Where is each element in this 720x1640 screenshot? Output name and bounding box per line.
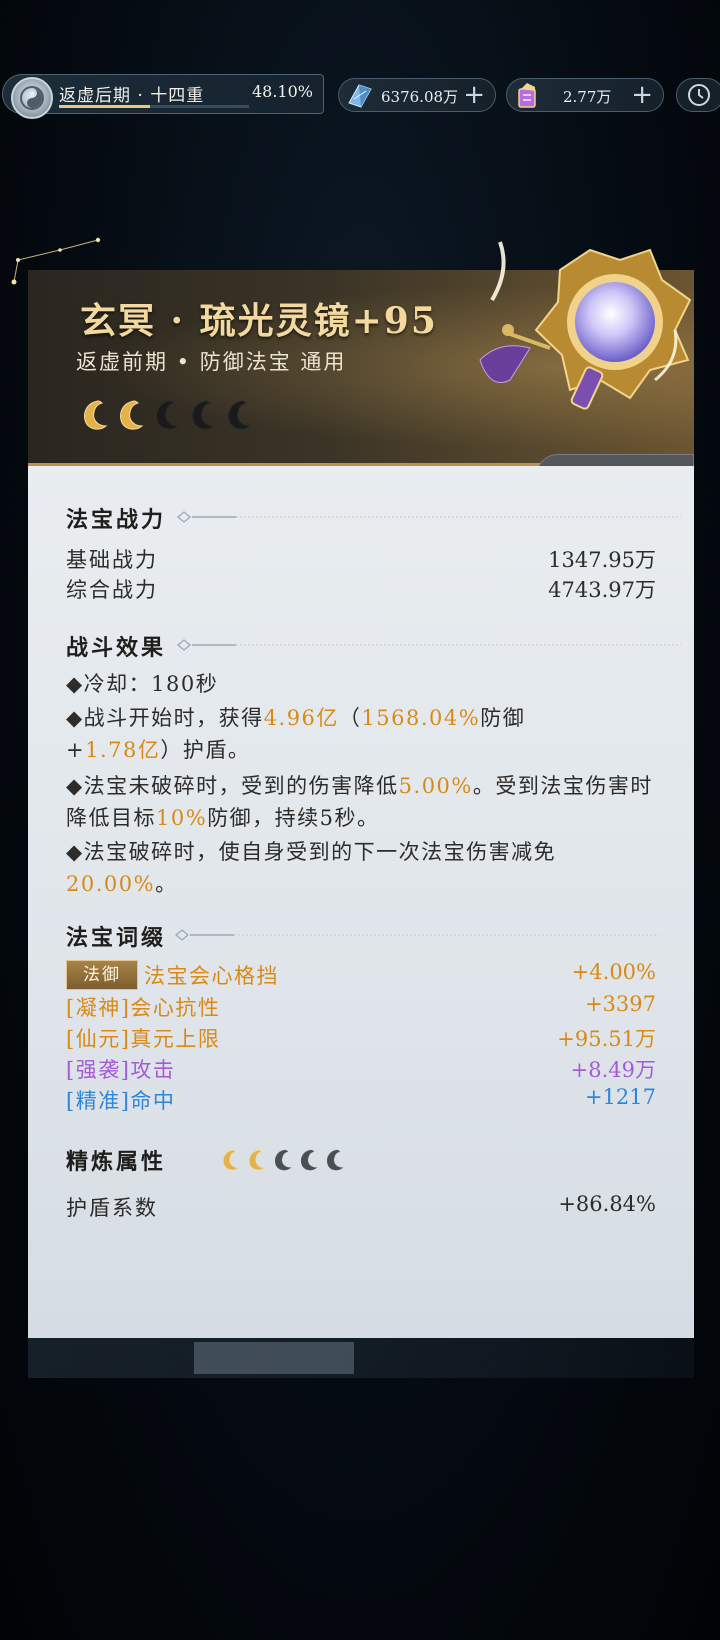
section-divider: [175, 929, 659, 941]
broken-effect: ◆法宝破碎时，使自身受到的下一次法宝伤害减免20.00%。: [66, 840, 557, 896]
refine-star-rating: [218, 1148, 346, 1172]
treasure-name: 玄冥 · 琉光灵镜+95: [80, 300, 438, 342]
affix-label: [强袭]攻击: [66, 1058, 176, 1082]
affix-value: +4.00%: [571, 960, 656, 984]
section-divider: [177, 511, 681, 523]
cultivation-percent: 48.10%: [251, 82, 313, 101]
spirit-crystal-value: 6376.08万: [381, 88, 459, 106]
base-power-row: 基础战力 1347.95万: [66, 544, 656, 574]
effects-section-title: 战斗效果: [66, 635, 167, 661]
spirit-crystal-currency[interactable]: 6376.08万 +: [338, 78, 496, 112]
affix-label: [仙元]真元上限: [66, 1027, 221, 1051]
unbroken-effect: ◆法宝未破碎时，受到的伤害降低5.00%。受到法宝伤害时降低目标10%防御，持续…: [66, 774, 653, 830]
cultivation-progress-fill: [59, 105, 151, 108]
affix-row: [仙元]真元上限 +95.51万: [66, 1023, 656, 1053]
add-purple-scroll-button[interactable]: +: [631, 80, 653, 110]
filled-moon-star-icon: [84, 400, 108, 430]
treasure-star-rating: [78, 398, 254, 432]
empty-moon-star-icon: [192, 400, 216, 430]
base-power-value: 1347.95万: [548, 548, 656, 572]
affix-value: +95.51万: [557, 1027, 656, 1051]
affix-value: +1217: [584, 1085, 656, 1109]
treasure-detail-body: 法宝战力 基础战力 1347.95万 综合战力 4743.97万 战斗效果 ◆冷…: [28, 466, 694, 1338]
affix-section-title: 法宝词缀: [66, 925, 167, 951]
affix-row: [精准]命中 +1217: [66, 1085, 656, 1115]
empty-moon-star-icon: [326, 1149, 344, 1171]
shield-coefficient-label: 护盾系数: [66, 1196, 158, 1220]
mirror-treasure-icon: [479, 241, 692, 410]
empty-moon-star-icon: [274, 1149, 292, 1171]
cultivation-realm-label: 返虚后期 · 十四重: [59, 86, 205, 106]
filled-moon-star-icon: [120, 400, 144, 430]
shield-coefficient-row: 护盾系数 +86.84%: [66, 1192, 656, 1222]
base-power-label: 基础战力: [66, 548, 158, 572]
affix-label: [凝神]会心抗性: [66, 996, 221, 1020]
total-power-value: 4743.97万: [548, 578, 656, 602]
refine-section-title: 精炼属性: [66, 1144, 344, 1176]
resource-top-bar: 返虚后期 · 十四重 48.10% 6376.08万 + 2.77万 +: [0, 72, 720, 119]
empty-moon-star-icon: [156, 400, 180, 430]
battle-start-effect: ◆战斗开始时，获得4.96亿（1568.04%防御 +1.78亿）护盾。: [66, 706, 526, 762]
purple-scroll-currency[interactable]: 2.77万 +: [506, 78, 664, 112]
affix-label: 法宝会心格挡: [144, 964, 279, 988]
cultivation-progress-panel[interactable]: 返虚后期 · 十四重 48.10%: [2, 74, 324, 119]
empty-moon-star-icon: [228, 400, 252, 430]
power-section-title: 法宝战力: [66, 507, 167, 533]
filled-moon-star-icon: [222, 1149, 240, 1171]
purple-scroll-value: 2.77万: [563, 88, 612, 106]
background-tab-strip: [28, 1338, 694, 1378]
treasure-detail-card: 玄冥 · 琉光灵镜+95 返虚前期 • 防御法宝 通用 获取途径: [28, 241, 694, 1338]
affix-row: [凝神]会心抗性 +3397: [66, 992, 656, 1022]
affix-row: [强袭]攻击 +8.49万: [66, 1054, 656, 1084]
section-divider: [177, 639, 681, 651]
add-spirit-crystal-button[interactable]: +: [463, 80, 485, 110]
filled-moon-star-icon: [248, 1149, 266, 1171]
clock-button[interactable]: [676, 78, 720, 112]
treasure-subtitle: 返虚前期 • 防御法宝 通用: [76, 350, 347, 374]
affix-value: +3397: [584, 992, 656, 1016]
purple-scroll-icon: [518, 83, 536, 108]
affix-label: [精准]命中: [66, 1089, 176, 1113]
treasure-header: 玄冥 · 琉光灵镜+95 返虚前期 • 防御法宝 通用: [28, 241, 694, 466]
cultivation-progress-bar: [59, 105, 249, 108]
total-power-row: 综合战力 4743.97万: [66, 574, 656, 604]
affix-row: 法御 法宝会心格挡 +4.00%: [66, 960, 656, 990]
affix-category-badge: 法御: [66, 960, 138, 990]
empty-moon-star-icon: [300, 1149, 318, 1171]
cooldown-effect: ◆冷却：180秒: [66, 672, 219, 696]
shield-coefficient-value: +86.84%: [558, 1192, 656, 1216]
total-power-label: 综合战力: [66, 578, 158, 602]
affix-value: +8.49万: [570, 1058, 656, 1082]
spirit-crystal-icon: [348, 84, 372, 108]
clock-icon: [688, 84, 710, 106]
cultivation-avatar-icon[interactable]: [11, 77, 53, 119]
